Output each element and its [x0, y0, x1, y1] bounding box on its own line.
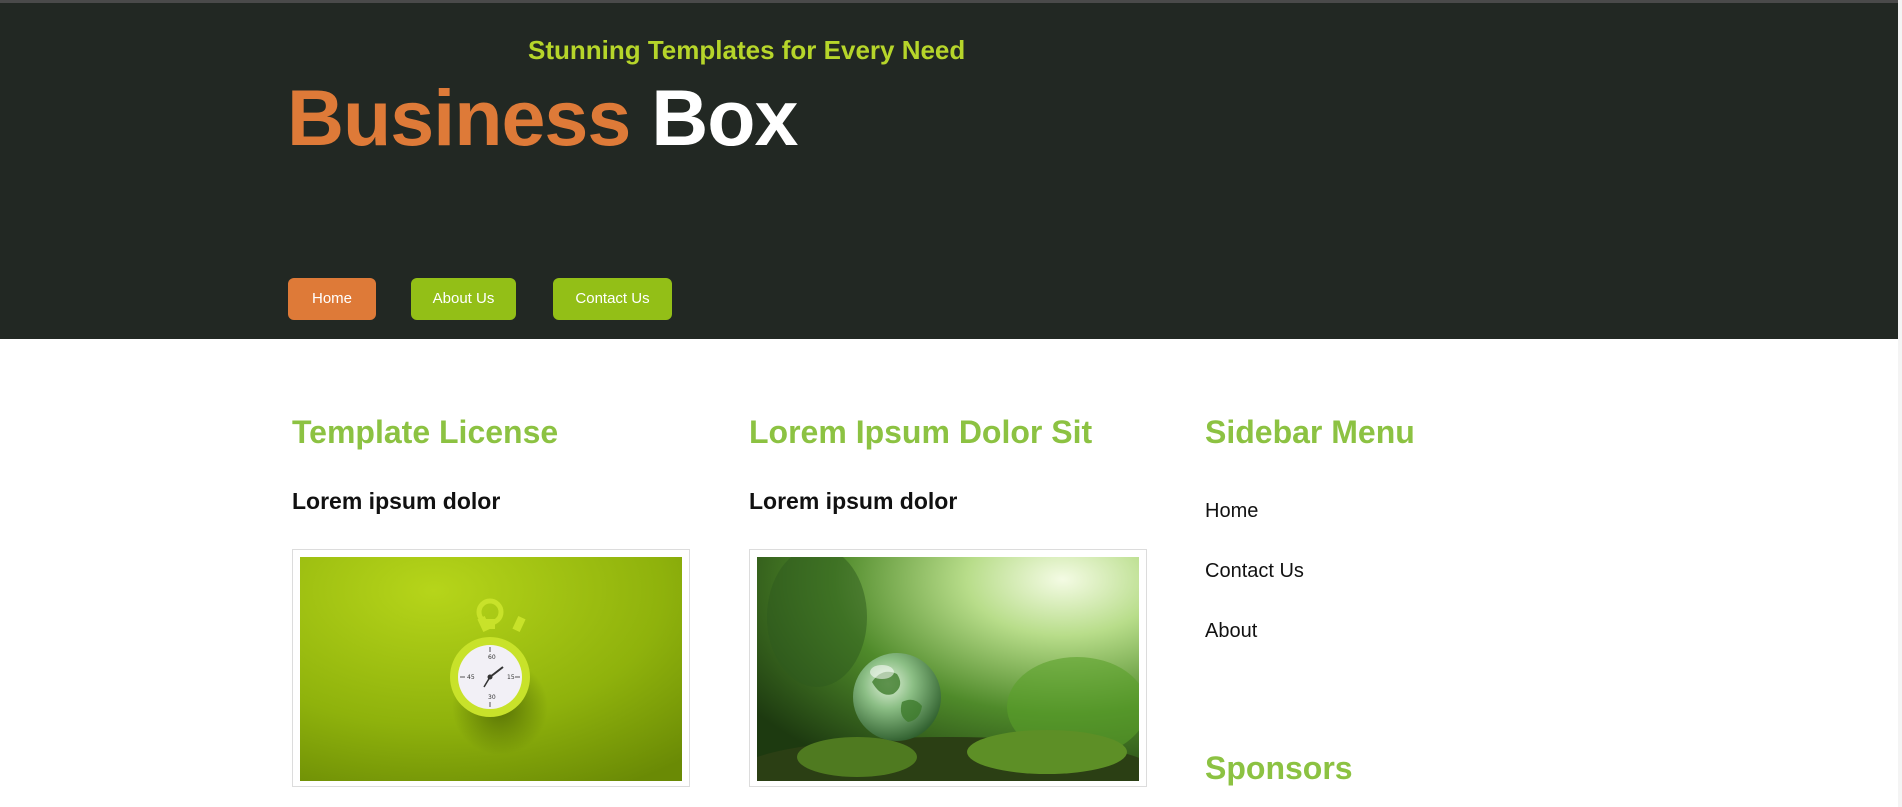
scrollbar-track[interactable] [1898, 0, 1902, 807]
svg-text:15: 15 [507, 674, 515, 681]
logo-word-business: Business [287, 73, 631, 162]
nav-contact-us-button[interactable]: Contact Us [553, 278, 672, 320]
nav-about-us-button[interactable]: About Us [411, 278, 516, 320]
sidebar-link-about[interactable]: About [1205, 620, 1257, 643]
site-header: Stunning Templates for Every Need Busine… [0, 0, 1898, 339]
stopwatch-image-frame: 60 15 30 45 [292, 549, 690, 787]
nav-home-button[interactable]: Home [288, 278, 376, 320]
column-subtitle: Lorem ipsum dolor [749, 488, 958, 514]
svg-text:45: 45 [467, 674, 475, 681]
globe-image-frame [749, 549, 1147, 787]
stopwatch-photo: 60 15 30 45 [300, 557, 682, 781]
sidebar-link-contact-us[interactable]: Contact Us [1205, 560, 1304, 583]
column-title-lorem-ipsum: Lorem Ipsum Dolor Sit [749, 414, 1093, 450]
glass-globe-photo [757, 557, 1139, 781]
sidebar-title: Sidebar Menu [1205, 414, 1415, 450]
column-subtitle: Lorem ipsum dolor [292, 488, 501, 514]
sidebar-link-home[interactable]: Home [1205, 500, 1258, 523]
sponsors-title: Sponsors [1205, 750, 1353, 786]
site-tagline: Stunning Templates for Every Need [528, 35, 966, 65]
svg-text:60: 60 [488, 654, 496, 661]
column-title-template-license: Template License [292, 414, 559, 450]
svg-text:30: 30 [488, 694, 496, 701]
site-logo[interactable]: Business Box [287, 73, 798, 163]
logo-word-box: Box [651, 73, 798, 162]
page: Stunning Templates for Every Need Busine… [0, 0, 1902, 807]
